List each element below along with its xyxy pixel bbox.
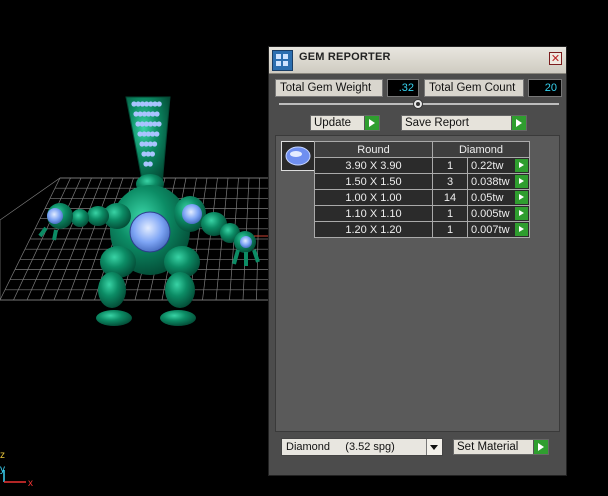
column-header-shape: Round xyxy=(314,141,433,158)
gem-weight: 0.007tw xyxy=(471,223,510,236)
app-icon xyxy=(272,50,293,71)
gem-weight: 0.22tw xyxy=(471,159,504,172)
play-arrow-icon[interactable] xyxy=(515,223,528,236)
bail-gem xyxy=(147,161,153,167)
set-material-button[interactable]: Set Material xyxy=(453,439,549,455)
gem-reporter-panel: GEM REPORTER ✕ Total Gem Weight .32 Tota… xyxy=(268,46,567,476)
bail-gem xyxy=(156,101,162,107)
update-button-label: Update xyxy=(314,117,352,129)
table-header-row: Round Diamond xyxy=(314,141,530,158)
table-row: 1.50 X 1.50 3 0.038tw xyxy=(314,173,530,190)
gem-size: 1.00 X 1.00 xyxy=(314,189,433,206)
total-count-value: 20 xyxy=(528,79,562,97)
gem-weight-cell: 0.22tw xyxy=(467,157,530,174)
play-arrow-icon[interactable] xyxy=(515,191,528,204)
gem-qty: 14 xyxy=(432,189,468,206)
play-arrow-icon xyxy=(511,116,526,130)
gem-weight-cell: 0.038tw xyxy=(467,173,530,190)
gem-qty: 1 xyxy=(432,221,468,238)
material-select-value: Diamond (3.52 spg) xyxy=(286,441,395,453)
gem-weight: 0.038tw xyxy=(471,175,510,188)
bail-gem xyxy=(156,121,162,127)
gem-size: 1.20 X 1.20 xyxy=(314,221,433,238)
gem-weight-cell: 0.05tw xyxy=(467,189,530,206)
gem-weight-cell: 0.007tw xyxy=(467,221,530,238)
total-weight-value: .32 xyxy=(387,79,419,97)
report-area: Round Diamond 3.90 X 3.90 1 0.22tw 1.50 … xyxy=(275,135,560,432)
gem-size: 1.50 X 1.50 xyxy=(314,173,433,190)
set-material-button-label: Set Material xyxy=(457,441,519,453)
panel-title: GEM REPORTER xyxy=(299,51,391,63)
close-icon[interactable]: ✕ xyxy=(549,52,562,65)
axis-y-label: y xyxy=(0,464,5,475)
play-arrow-icon xyxy=(364,116,379,130)
gem-swatch-icon[interactable] xyxy=(281,141,315,171)
bail-gem xyxy=(152,141,158,147)
robot-model[interactable] xyxy=(38,96,268,326)
gem-weight: 0.05tw xyxy=(471,191,504,204)
panel-titlebar[interactable]: GEM REPORTER ✕ xyxy=(269,47,566,74)
gem-qty: 1 xyxy=(432,157,468,174)
bail-gem xyxy=(154,131,160,137)
play-arrow-icon[interactable] xyxy=(515,159,528,172)
total-weight-label: Total Gem Weight xyxy=(275,79,383,97)
play-arrow-icon[interactable] xyxy=(515,175,528,188)
save-report-button[interactable]: Save Report xyxy=(401,115,527,131)
gem-weight-cell: 0.005tw xyxy=(467,205,530,222)
material-select[interactable]: Diamond (3.52 spg) xyxy=(281,438,443,456)
table-row: 1.10 X 1.10 1 0.005tw xyxy=(314,205,530,222)
update-button[interactable]: Update xyxy=(310,115,380,131)
table-row: 3.90 X 3.90 1 0.22tw xyxy=(314,157,530,174)
divider-slider-thumb[interactable] xyxy=(413,99,423,109)
axis-z-label: z xyxy=(0,450,5,461)
total-count-label: Total Gem Count xyxy=(424,79,524,97)
gem-size: 3.90 X 3.90 xyxy=(314,157,433,174)
bail-gem xyxy=(154,111,160,117)
play-arrow-icon xyxy=(533,440,548,454)
table-row: 1.20 X 1.20 1 0.007tw xyxy=(314,221,530,238)
dropdown-arrow-icon[interactable] xyxy=(426,439,442,455)
axis-gizmo: z y x xyxy=(0,450,33,489)
gem-size: 1.10 X 1.10 xyxy=(314,205,433,222)
gem-table: Round Diamond 3.90 X 3.90 1 0.22tw 1.50 … xyxy=(314,141,530,238)
gem-qty: 1 xyxy=(432,205,468,222)
table-row: 1.00 X 1.00 14 0.05tw xyxy=(314,189,530,206)
column-header-material: Diamond xyxy=(432,141,530,158)
gem-qty: 3 xyxy=(432,173,468,190)
bail-gem xyxy=(149,151,155,157)
save-report-button-label: Save Report xyxy=(405,117,469,129)
gem-weight: 0.005tw xyxy=(471,207,510,220)
axis-x-label: x xyxy=(28,478,33,489)
play-arrow-icon[interactable] xyxy=(515,207,528,220)
